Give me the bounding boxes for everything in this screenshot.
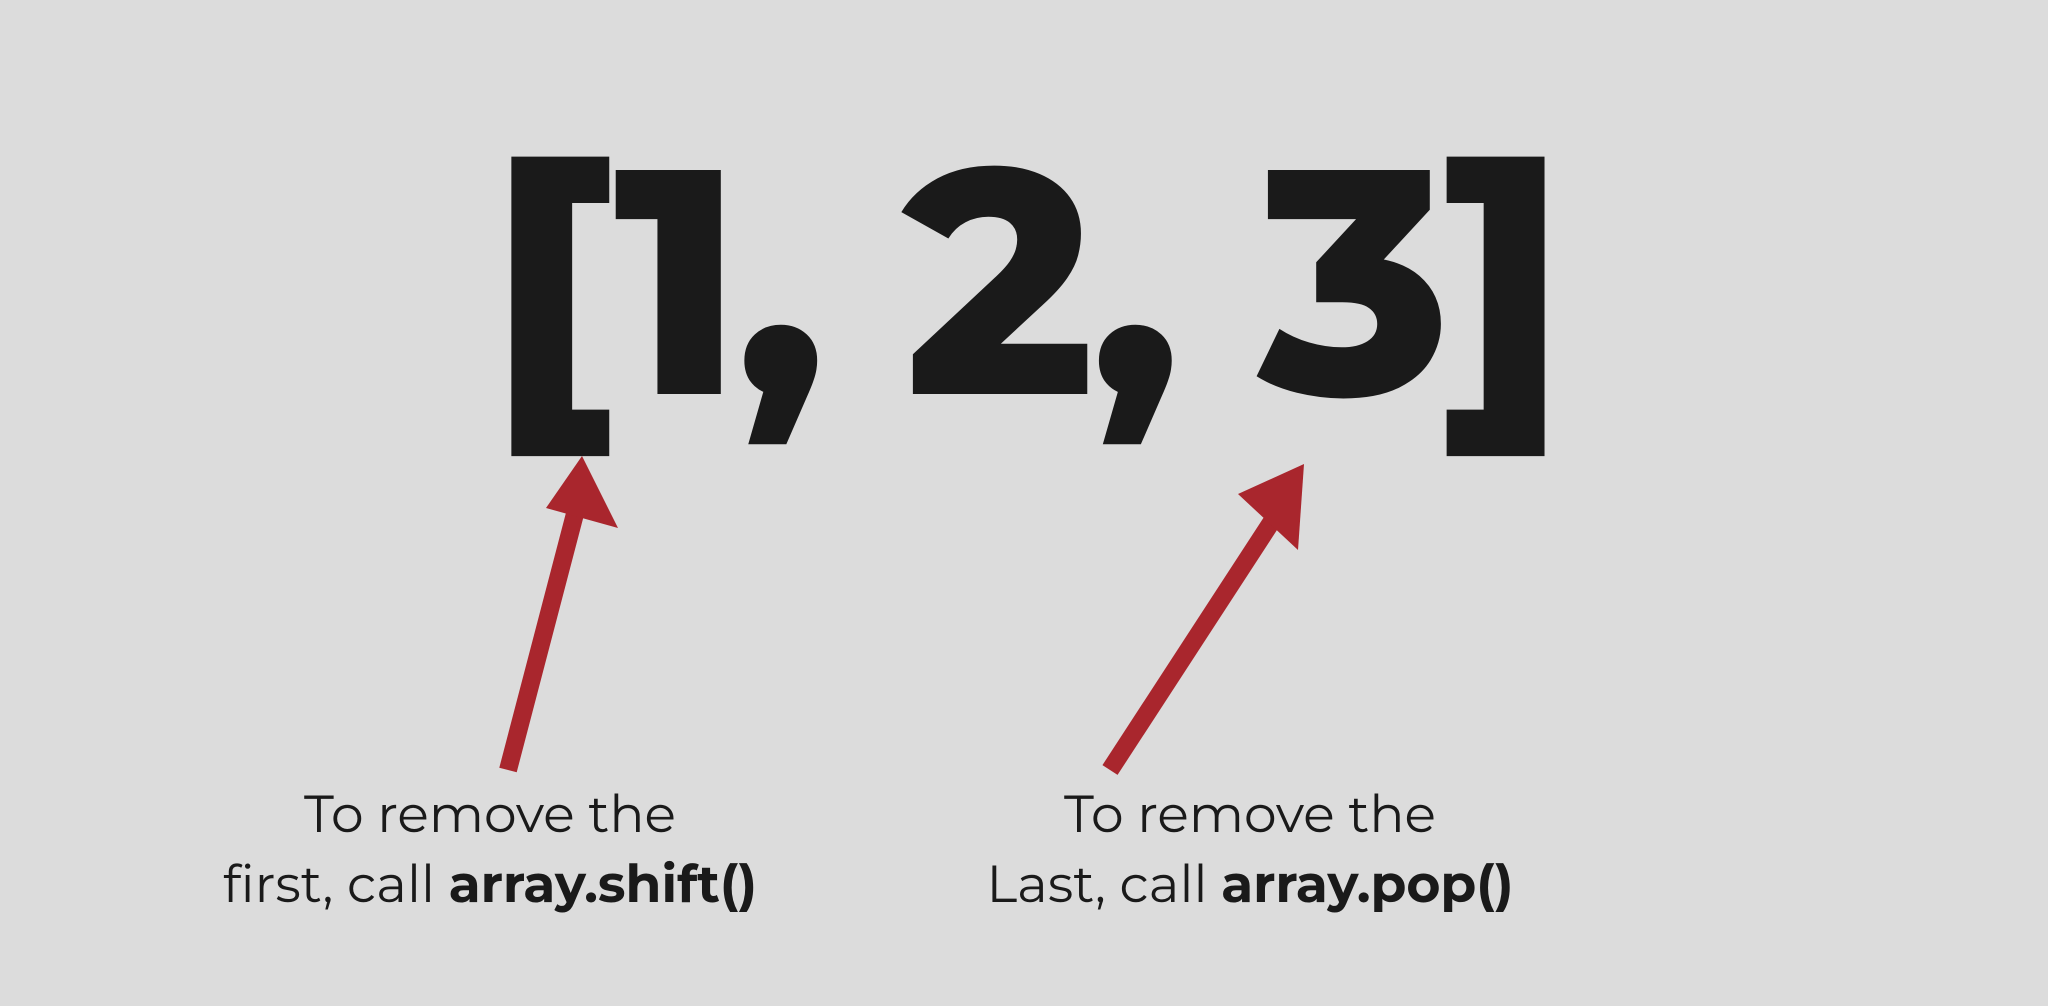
arrow-pop-icon — [1070, 440, 1330, 780]
arrow-shift-icon — [498, 440, 618, 780]
caption-pop-line2-prefix: Last, call — [987, 853, 1222, 916]
caption-pop-method: array.pop() — [1221, 853, 1513, 916]
caption-pop: To remove the Last, call array.pop() — [940, 780, 1560, 920]
caption-shift-line1: To remove the — [304, 783, 676, 846]
caption-shift: To remove the first, call array.shift() — [180, 780, 800, 920]
caption-pop-line1: To remove the — [1064, 783, 1436, 846]
caption-shift-method: array.shift() — [449, 853, 758, 916]
caption-shift-line2-prefix: first, call — [223, 853, 449, 916]
array-literal: [1, 2, 3] — [0, 120, 2048, 440]
